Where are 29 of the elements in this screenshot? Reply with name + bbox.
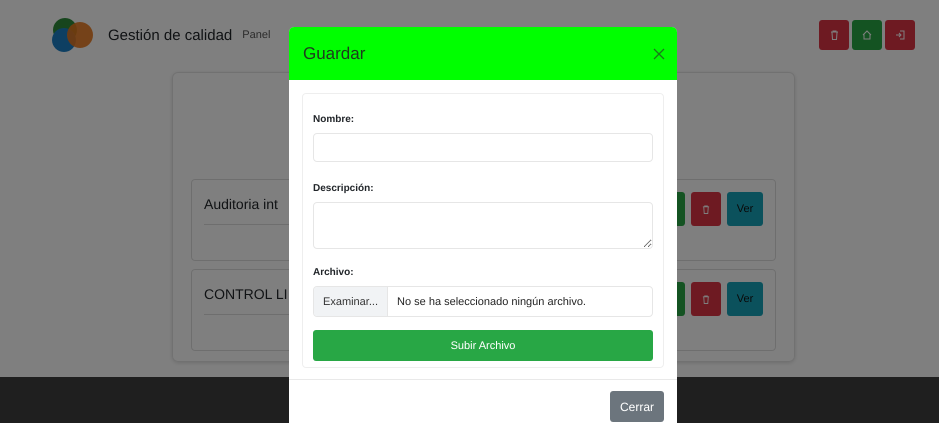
nav-link[interactable]: Panel (242, 29, 270, 41)
view-button[interactable]: Ver (727, 192, 763, 226)
field-label: Descripción: (313, 183, 375, 194)
close-dialog-button[interactable]: Cerrar (610, 391, 664, 422)
trash-icon (702, 294, 710, 304)
app-title: Gestión de calidad (108, 26, 232, 44)
home-button[interactable] (852, 20, 882, 50)
field-label: Archivo: (313, 267, 355, 278)
name-input[interactable] (313, 133, 653, 162)
close-icon (653, 48, 665, 60)
view-button[interactable]: Ver (727, 282, 763, 316)
logout-icon (895, 30, 905, 40)
logo-icon (50, 17, 96, 53)
delete-button[interactable] (691, 282, 721, 316)
item-title: Auditoria int (204, 196, 278, 212)
home-icon (862, 30, 872, 40)
browse-button[interactable]: Examinar... (314, 287, 388, 316)
delete-button[interactable] (819, 20, 849, 50)
trash-icon (830, 30, 838, 40)
delete-button[interactable] (691, 192, 721, 226)
close-button[interactable] (653, 48, 665, 60)
logout-button[interactable] (885, 20, 915, 50)
trash-icon (702, 204, 710, 214)
modal-title: Guardar (303, 44, 366, 64)
file-input[interactable]: Examinar... No se ha seleccionado ningún archivo. (313, 286, 653, 317)
file-status: No se ha seleccionado ningún archivo. (396, 294, 586, 310)
field-label: Nombre: (313, 114, 356, 125)
item-title: CONTROL LI (204, 286, 288, 302)
upload-button[interactable]: Subir Archivo (313, 330, 653, 361)
